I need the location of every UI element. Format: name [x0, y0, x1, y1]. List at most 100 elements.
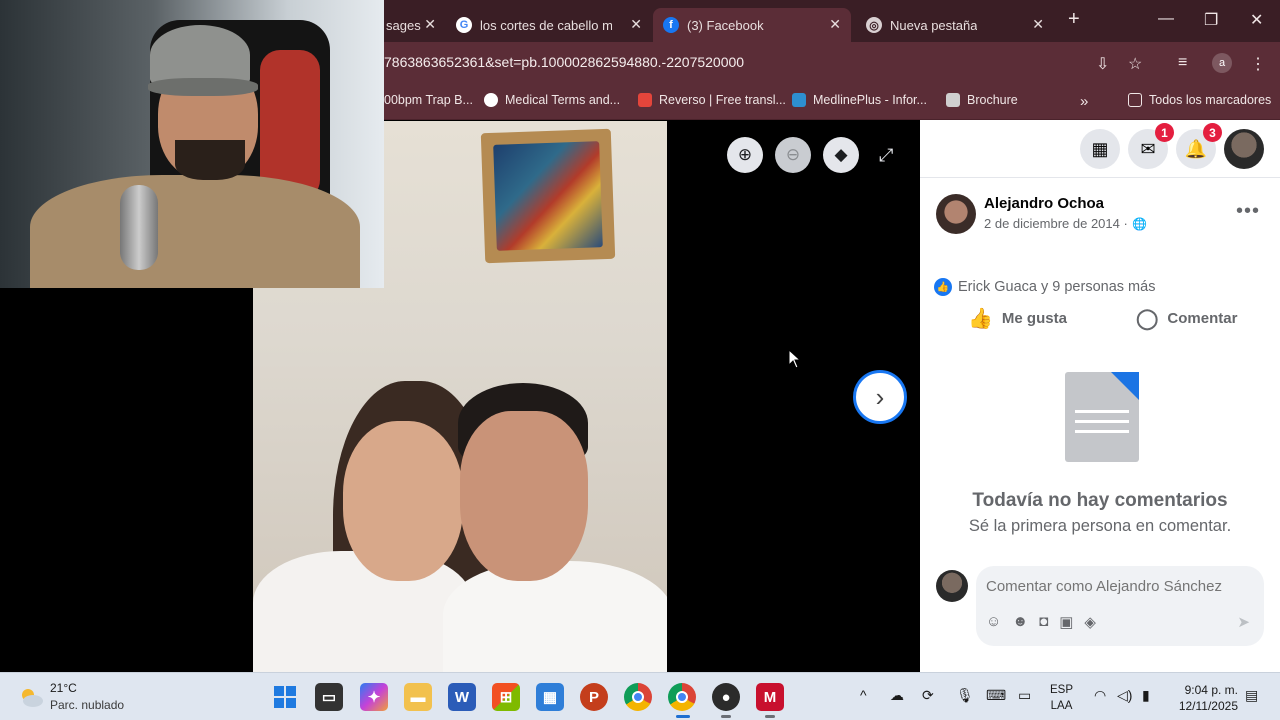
- media-icon[interactable]: ≡: [1178, 54, 1187, 72]
- expand-icon[interactable]: ⤢: [879, 145, 893, 166]
- sync-icon[interactable]: ⟳: [922, 687, 934, 704]
- reactions-summary[interactable]: Erick Guaca y 9 personas más: [958, 279, 1155, 295]
- comment-input[interactable]: [986, 578, 1246, 595]
- mcafee-icon[interactable]: M: [756, 683, 784, 711]
- new-tab-icon[interactable]: +: [1068, 8, 1080, 31]
- empty-comments-title: Todavía no hay comentarios: [972, 490, 1228, 511]
- bookmark-medline[interactable]: MedlinePlus - Infor...: [792, 93, 927, 107]
- restore-icon[interactable]: ❐: [1204, 10, 1218, 30]
- tab-cortes[interactable]: G los cortes de cabello mas ✕: [446, 8, 652, 42]
- comment-button[interactable]: ◯ Comentar: [1136, 306, 1237, 330]
- commenter-avatar[interactable]: [936, 570, 968, 602]
- close-window-icon[interactable]: ✕: [1250, 10, 1263, 30]
- microphone: [120, 185, 158, 270]
- chrome-icon: ◎: [866, 17, 882, 33]
- url-field[interactable]: 7863863652361&set=pb.100002862594880.-22…: [384, 54, 744, 70]
- account-avatar[interactable]: [1224, 129, 1264, 169]
- chrome-icon[interactable]: [624, 683, 652, 711]
- weather-temperature[interactable]: 21°C: [50, 681, 77, 695]
- brochure-icon: [946, 93, 960, 107]
- bookmark-reverso[interactable]: Reverso | Free transl...: [638, 93, 786, 107]
- notifications-icon[interactable]: ▤: [1245, 687, 1258, 704]
- weather-condition[interactable]: Parc. nublado: [50, 698, 124, 712]
- zoom-out-icon[interactable]: ⊖: [775, 137, 811, 173]
- medical-icon: [484, 93, 498, 107]
- gif-icon[interactable]: ▣: [1059, 613, 1073, 631]
- cloud-off-icon[interactable]: ☁: [890, 687, 904, 704]
- tag-icon[interactable]: ◆: [823, 137, 859, 173]
- bell-icon[interactable]: 🔔 3: [1176, 123, 1222, 169]
- folder-icon: [1128, 93, 1142, 107]
- weather-icon[interactable]: [18, 685, 44, 709]
- bookmark-label: MedlinePlus - Infor...: [813, 93, 927, 107]
- minimize-icon[interactable]: —: [1158, 10, 1174, 28]
- comment-composer: ☺ ☻ ◘ ▣ ◈ ➤: [976, 566, 1264, 646]
- close-tab-icon[interactable]: ✕: [630, 16, 642, 33]
- bookmark-medical[interactable]: Medical Terms and...: [484, 93, 620, 107]
- store-icon[interactable]: ⊞: [492, 683, 520, 711]
- comment-bubble-icon: ◯: [1136, 307, 1159, 330]
- install-icon[interactable]: ⇩: [1096, 54, 1109, 74]
- chevron-right-icon[interactable]: ›: [853, 370, 907, 424]
- copilot-icon[interactable]: ✦: [360, 683, 388, 711]
- microphone-icon[interactable]: 🎙: [956, 687, 974, 704]
- all-bookmarks[interactable]: Todos los marcadores: [1128, 93, 1271, 107]
- chevron-up-icon[interactable]: ^: [860, 687, 867, 703]
- more-bookmarks-icon[interactable]: »: [1080, 93, 1088, 110]
- star-icon[interactable]: ☆: [1128, 54, 1142, 74]
- wifi-icon[interactable]: ◠: [1094, 687, 1106, 704]
- camera-icon[interactable]: ◘: [1039, 613, 1048, 631]
- running-app-indicator: [765, 715, 775, 718]
- word-icon[interactable]: W: [448, 683, 476, 711]
- like-label: Me gusta: [1001, 309, 1067, 327]
- profile-avatar[interactable]: a: [1212, 53, 1232, 73]
- like-button[interactable]: 👍 Me gusta: [968, 306, 1067, 330]
- obs-icon[interactable]: ●: [712, 683, 740, 711]
- webcam-overlay: [0, 0, 384, 288]
- bookmark-trap[interactable]: 00bpm Trap B...: [384, 93, 473, 107]
- file-explorer-icon[interactable]: ▬: [404, 683, 432, 711]
- cap-brim: [148, 78, 258, 96]
- tab-sages[interactable]: sages ✕: [376, 8, 446, 42]
- document-line: [1075, 410, 1129, 413]
- face-shape: [460, 411, 588, 581]
- close-tab-icon[interactable]: ✕: [424, 16, 436, 33]
- tab-label: Nueva pestaña: [890, 17, 978, 33]
- facebook-header: ▦ ✉ 1 🔔 3: [920, 120, 1280, 178]
- chrome-profile-icon[interactable]: [668, 683, 696, 711]
- tab-new[interactable]: ◎ Nueva pestaña ✕: [856, 8, 1054, 42]
- close-tab-icon[interactable]: ✕: [829, 16, 841, 33]
- zoom-in-icon[interactable]: ⊕: [727, 137, 763, 173]
- bookmark-label: Brochure: [967, 93, 1018, 107]
- menu-icon[interactable]: ⋮: [1250, 54, 1266, 74]
- screen: sages ✕ G los cortes de cabello mas ✕ f …: [0, 0, 1280, 720]
- bookmark-label: 00bpm Trap B...: [384, 93, 473, 107]
- calendar-icon[interactable]: ▦: [536, 683, 564, 711]
- language-indicator[interactable]: ESP LAA: [1050, 682, 1073, 714]
- clock[interactable]: 9:04 p. m. 12/11/2025: [1174, 682, 1238, 714]
- avatar-sticker-icon[interactable]: ☺: [986, 613, 1001, 631]
- author-avatar[interactable]: [936, 194, 976, 234]
- powerpoint-icon[interactable]: P: [580, 683, 608, 711]
- volume-icon[interactable]: ◁): [1117, 687, 1132, 704]
- clock-time: 9:04 p. m.: [1184, 683, 1238, 697]
- task-view-icon[interactable]: ▭: [315, 683, 343, 711]
- tab-facebook[interactable]: f (3) Facebook ✕: [653, 8, 851, 42]
- author-name[interactable]: Alejandro Ochoa: [984, 195, 1104, 212]
- display-icon[interactable]: ▭: [1018, 687, 1031, 704]
- document-icon: [1065, 372, 1139, 462]
- battery-icon[interactable]: ▮: [1142, 687, 1150, 704]
- sticker-icon[interactable]: ◈: [1084, 613, 1096, 631]
- more-options-icon[interactable]: •••: [1236, 200, 1260, 223]
- emoji-icon[interactable]: ☻: [1012, 613, 1028, 631]
- beard-shape: [175, 140, 245, 180]
- post-date[interactable]: 2 de diciembre de 2014 ·: [984, 216, 1128, 231]
- send-icon[interactable]: ➤: [1237, 613, 1250, 631]
- menu-grid-icon[interactable]: ▦: [1080, 129, 1120, 169]
- running-app-indicator: [721, 715, 731, 718]
- windows-start-icon[interactable]: [271, 683, 299, 711]
- messenger-icon[interactable]: ✉ 1: [1128, 123, 1174, 169]
- bookmark-brochure[interactable]: Brochure: [946, 93, 1018, 107]
- close-tab-icon[interactable]: ✕: [1032, 16, 1044, 33]
- keyboard-icon[interactable]: ⌨: [986, 687, 1006, 704]
